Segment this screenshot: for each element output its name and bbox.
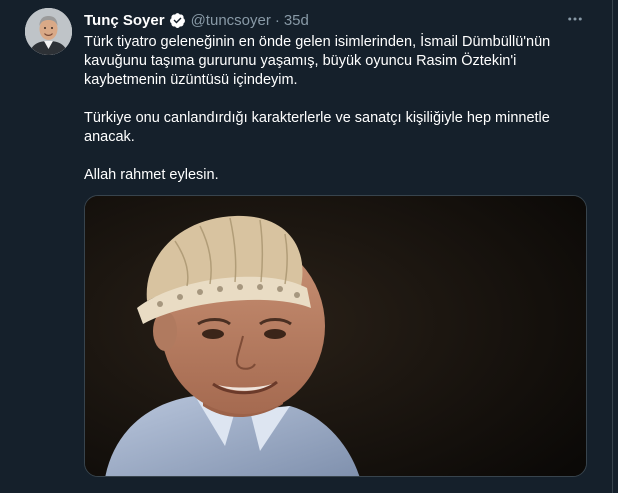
separator-dot: · [274, 11, 280, 29]
tweet-line: Türkiye onu canlandırdığı karakterlerle … [84, 110, 550, 126]
author-handle[interactable]: @tuncsoyer [191, 12, 271, 29]
tweet-line: kavuğunu taşıma gururunu yaşamış, büyük … [84, 53, 517, 69]
tweet-line: Türk tiyatro geleneğinin en önde gelen i… [84, 34, 551, 50]
tweet-line: Allah rahmet eylesin. [84, 167, 219, 183]
tweet-line: anacak. [84, 129, 135, 145]
tweet-line: kaybetmenin üzüntüsü içindeyim. [84, 72, 298, 88]
more-horizontal-icon[interactable] [564, 9, 586, 29]
tweet-text: Türk tiyatro geleneğinin en önde gelen i… [84, 33, 584, 185]
tweet-time[interactable]: 35d [284, 12, 309, 29]
tweet-header: Tunç Soyer @tuncsoyer · 35d [84, 10, 309, 30]
tweet-photo[interactable] [84, 195, 587, 477]
tweet-card[interactable]: Tunç Soyer @tuncsoyer · 35d Türk tiyatro… [0, 0, 613, 493]
avatar[interactable] [25, 8, 72, 55]
verified-badge-icon [169, 12, 186, 29]
author-name[interactable]: Tunç Soyer [84, 12, 165, 29]
